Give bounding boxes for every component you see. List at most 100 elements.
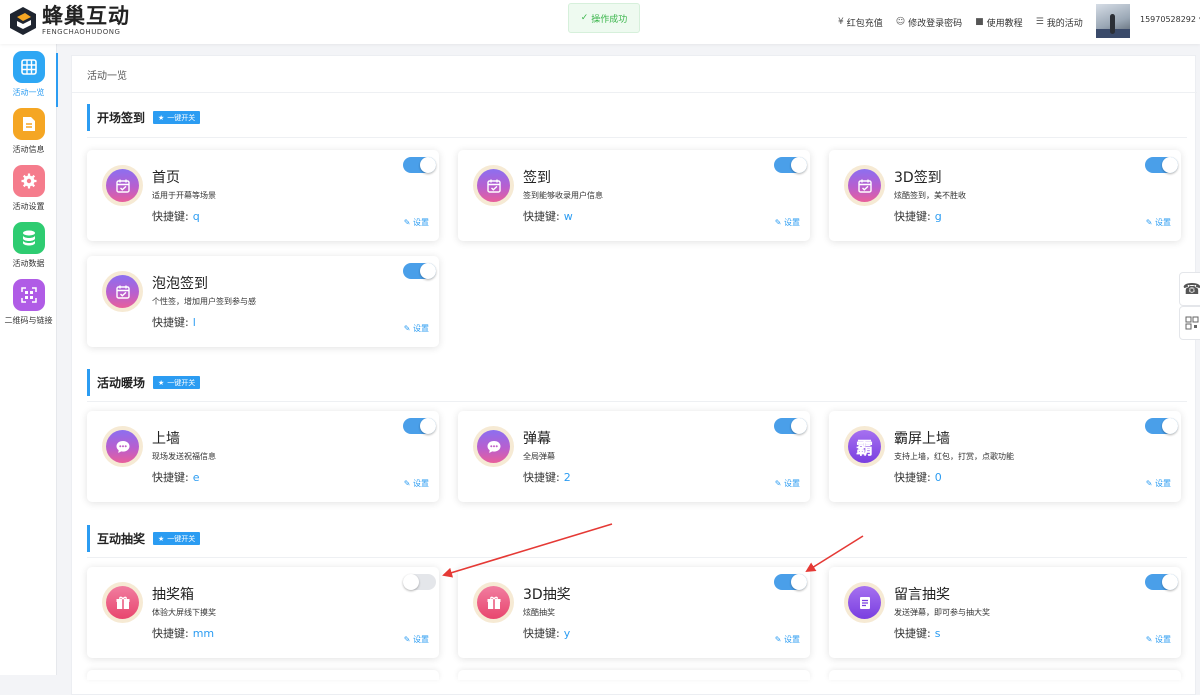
nav-tutorial[interactable]: ■ 使用教程: [975, 16, 1023, 29]
card-title: 霸屏上墙: [894, 431, 950, 447]
card-description: 发送弹幕，即可参与抽大奖: [894, 608, 990, 617]
card-title: 签到: [523, 170, 551, 186]
run-icon: ★: [158, 378, 165, 387]
section-title-warmup: 活动暖场 ★ 一键开关: [87, 369, 201, 396]
nav-my-activities[interactable]: ☰ 我的活动: [1036, 16, 1083, 29]
card-title: 上墙: [152, 431, 180, 447]
hotkey-value: w: [563, 210, 573, 223]
section-title-opening-checkin: 开场签到 ★ 一键开关: [87, 104, 201, 131]
settings-label: 设置: [1155, 218, 1171, 227]
card-title: 泡泡签到: [152, 276, 208, 292]
activity-card[interactable]: 首页 适用于开幕等场景 快捷键: q ✎ 设置: [87, 150, 439, 241]
card-partial: [458, 670, 810, 680]
hotkey-value: y: [563, 627, 571, 640]
pencil-icon: ✎: [1145, 635, 1153, 644]
settings-link[interactable]: ✎ 设置: [1146, 217, 1171, 228]
settings-link[interactable]: ✎ 设置: [775, 634, 800, 645]
pencil-icon: ✎: [403, 479, 411, 488]
hotkey-label: 快捷键:: [152, 316, 189, 329]
switch-all-label: 一键开关: [167, 378, 196, 387]
activity-card[interactable]: 抽奖箱 体验大屏线下摸奖 快捷键: mm ✎ 设置: [87, 567, 439, 658]
avatar[interactable]: [1096, 4, 1130, 38]
hotkey-value: mm: [192, 627, 215, 640]
sidebar-item-info[interactable]: 活动信息: [0, 108, 57, 155]
nav-recharge[interactable]: ¥ 红包充值: [838, 16, 883, 29]
enable-toggle[interactable]: [1145, 574, 1178, 590]
active-indicator: [56, 53, 58, 107]
sidebar-item-label: 活动一览: [12, 88, 45, 97]
sidebar-item-overview[interactable]: 活动一览: [0, 51, 58, 107]
activity-card[interactable]: 弹幕 全局弹幕 快捷键: 2 ✎ 设置: [458, 411, 810, 502]
top-header: 蜂巢互动 FENGCHAOHUDONG ✓ 操作成功 ¥ 红包充值 ☺ 修改登录…: [0, 0, 1200, 44]
sidebar-item-data[interactable]: 活动数据: [0, 222, 57, 269]
hotkey-value: l: [192, 316, 196, 329]
nav-change-password[interactable]: ☺ 修改登录密码: [896, 16, 962, 29]
activity-card[interactable]: 霸霸屏上墙 支持上墙，红包，打赏，点歌功能 快捷键: 0 ✎ 设置: [829, 411, 1181, 502]
settings-link[interactable]: ✎ 设置: [404, 217, 429, 228]
card-title: 3D签到: [894, 170, 942, 186]
enable-toggle[interactable]: [774, 157, 807, 173]
database-icon: [12, 222, 45, 254]
switch-all-button[interactable]: ★ 一键开关: [153, 376, 201, 389]
card-title: 3D抽奖: [523, 587, 571, 603]
hotkey-value: e: [192, 471, 200, 484]
hotkey-value: s: [934, 627, 941, 640]
logo-subtitle: FENGCHAOHUDONG: [42, 28, 121, 36]
activity-card[interactable]: 泡泡签到 个性签，增加用户签到参与感 快捷键: l ✎ 设置: [87, 256, 439, 347]
card-title: 首页: [152, 170, 180, 186]
activity-card[interactable]: 上墙现场发送祝福信息快捷键: e ✎ 设置: [87, 411, 439, 502]
settings-link[interactable]: ✎ 设置: [775, 478, 800, 489]
hotkey-label: 快捷键:: [894, 210, 931, 223]
enable-toggle[interactable]: [403, 418, 436, 434]
enable-toggle[interactable]: [1145, 157, 1178, 173]
settings-link[interactable]: ✎ 设置: [1146, 634, 1171, 645]
nav-recharge-label: 红包充值: [846, 18, 883, 29]
section-title-text: 活动暖场: [97, 376, 146, 390]
qrcode-float-button[interactable]: [1179, 306, 1200, 340]
switch-all-label: 一键开关: [167, 113, 196, 122]
yen-icon: ¥: [838, 17, 844, 27]
settings-link[interactable]: ✎ 设置: [404, 478, 429, 489]
calendar-check-icon: [844, 165, 885, 206]
user-menu[interactable]: 15970528292 ▼: [1140, 15, 1200, 24]
settings-link[interactable]: ✎ 设置: [1146, 478, 1171, 489]
settings-label: 设置: [784, 218, 800, 227]
list-icon: ☰: [1035, 17, 1044, 27]
sidebar-item-qrcode[interactable]: 二维码与链接: [0, 279, 57, 326]
phone-button[interactable]: ☎: [1179, 272, 1200, 306]
switch-all-button[interactable]: ★ 一键开关: [153, 111, 201, 124]
pencil-icon: ✎: [1145, 479, 1153, 488]
divider: [72, 92, 1197, 93]
calendar-check-icon: [473, 165, 514, 206]
enable-toggle[interactable]: [403, 157, 436, 173]
enable-toggle[interactable]: [774, 574, 807, 590]
enable-toggle[interactable]: [403, 574, 436, 590]
settings-label: 设置: [784, 635, 800, 644]
activity-card[interactable]: 签到 签到能够收录用户信息 快捷键: w ✎ 设置: [458, 150, 810, 241]
activity-card[interactable]: 留言抽奖 发送弹幕，即可参与抽大奖 快捷键: s ✎ 设置: [829, 567, 1181, 658]
nav-my-activities-label: 我的活动: [1046, 18, 1083, 29]
settings-link[interactable]: ✎ 设置: [404, 634, 429, 645]
enable-toggle[interactable]: [1145, 418, 1178, 434]
settings-label: 设置: [413, 324, 429, 333]
pencil-icon: ✎: [774, 635, 782, 644]
settings-label: 设置: [784, 479, 800, 488]
hotkey-label: 快捷键:: [152, 210, 189, 223]
card-hotkey: 快捷键: e: [152, 469, 200, 485]
logo[interactable]: 蜂巢互动 FENGCHAOHUDONG: [8, 5, 130, 37]
card-description: 现场发送祝福信息: [152, 452, 216, 461]
switch-all-button[interactable]: ★ 一键开关: [153, 532, 201, 545]
qrcode-icon: [12, 279, 45, 311]
settings-link[interactable]: ✎ 设置: [775, 217, 800, 228]
activity-card[interactable]: 3D签到 炫酷签到，美不胜收 快捷键: g ✎ 设置: [829, 150, 1181, 241]
settings-label: 设置: [1155, 479, 1171, 488]
card-title: 留言抽奖: [894, 587, 950, 603]
settings-link[interactable]: ✎ 设置: [404, 323, 429, 334]
note-icon: [844, 582, 885, 623]
card-hotkey: 快捷键: 2: [523, 469, 571, 485]
enable-toggle[interactable]: [403, 263, 436, 279]
pencil-icon: ✎: [403, 635, 411, 644]
enable-toggle[interactable]: [774, 418, 807, 434]
sidebar-item-settings[interactable]: 活动设置: [0, 165, 57, 212]
activity-card[interactable]: 3D抽奖 炫酷抽奖 快捷键: y ✎ 设置: [458, 567, 810, 658]
